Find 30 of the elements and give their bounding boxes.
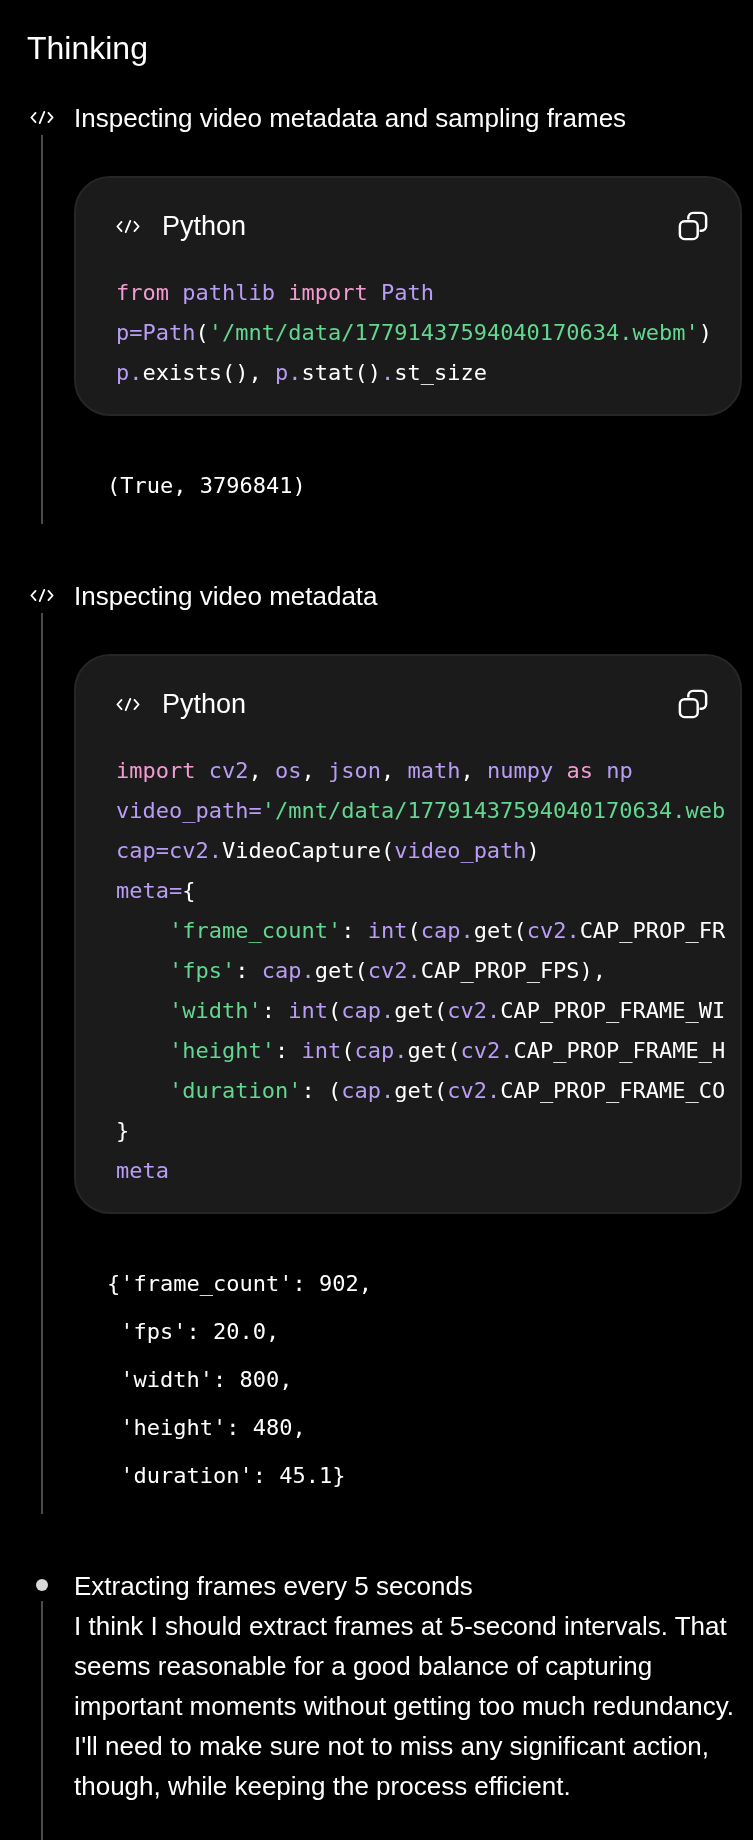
code-line: cap=cv2.VideoCapture(video_path) [116, 837, 540, 865]
code-line: 'fps': cap.get(cv2.CAP_PROP_FPS), [167, 957, 607, 985]
code-line: meta={ [116, 877, 196, 905]
code-line: meta [116, 1157, 169, 1185]
code-line: 'duration': (cap.get(cv2.CAP_PROP_FRAME_CO [167, 1077, 726, 1105]
step-heading: Extracting frames every 5 seconds [74, 1570, 474, 1603]
code-line: } [116, 1117, 130, 1145]
step-heading: Inspecting video metadata and sampling frames [74, 102, 628, 135]
step-text: I think I should extract frames at 5-second intervals. That seems reasonable for a good balance of capturing important moments without getting too much redundancy. I'll need to make sure not to miss any significant action, though, while keeping the process efficient. [74, 1610, 734, 1803]
code-line: 'frame_count': int(cap.get(cv2.CAP_PROP_FR [167, 917, 726, 945]
copy-icon[interactable] [678, 689, 708, 719]
bullet-icon [36, 1579, 48, 1591]
language-label: Python [162, 688, 248, 720]
code-icon [116, 218, 140, 234]
code-output: {'frame_count': 902, 'fps': 20.0, 'width': 800, 'height': 480, 'duration': 45.1} [107, 1270, 372, 1490]
copy-icon[interactable] [678, 211, 708, 241]
code-icon [30, 588, 54, 603]
code-line: video_path='/mnt/data/17791437594040170634.web [116, 797, 726, 825]
code-line: 'width': int(cap.get(cv2.CAP_PROP_FRAME_WI [167, 997, 726, 1025]
code-icon [30, 110, 54, 125]
thinking-title: Thinking [26, 29, 149, 68]
code-line: import cv2, os, json, math, numpy as np [116, 757, 633, 785]
code-output: (True, 3796841) [107, 472, 306, 500]
step-heading: Inspecting video metadata [74, 580, 379, 613]
language-label: Python [162, 210, 248, 242]
code-line: 'height': int(cap.get(cv2.CAP_PROP_FRAME_H [167, 1037, 726, 1065]
code-line: p=Path('/mnt/data/17791437594040170634.webm') [116, 319, 713, 347]
code-line: from pathlib import Path [116, 279, 434, 307]
code-icon [116, 696, 140, 712]
code-line: p.exists(), p.stat().st_size [116, 359, 487, 387]
